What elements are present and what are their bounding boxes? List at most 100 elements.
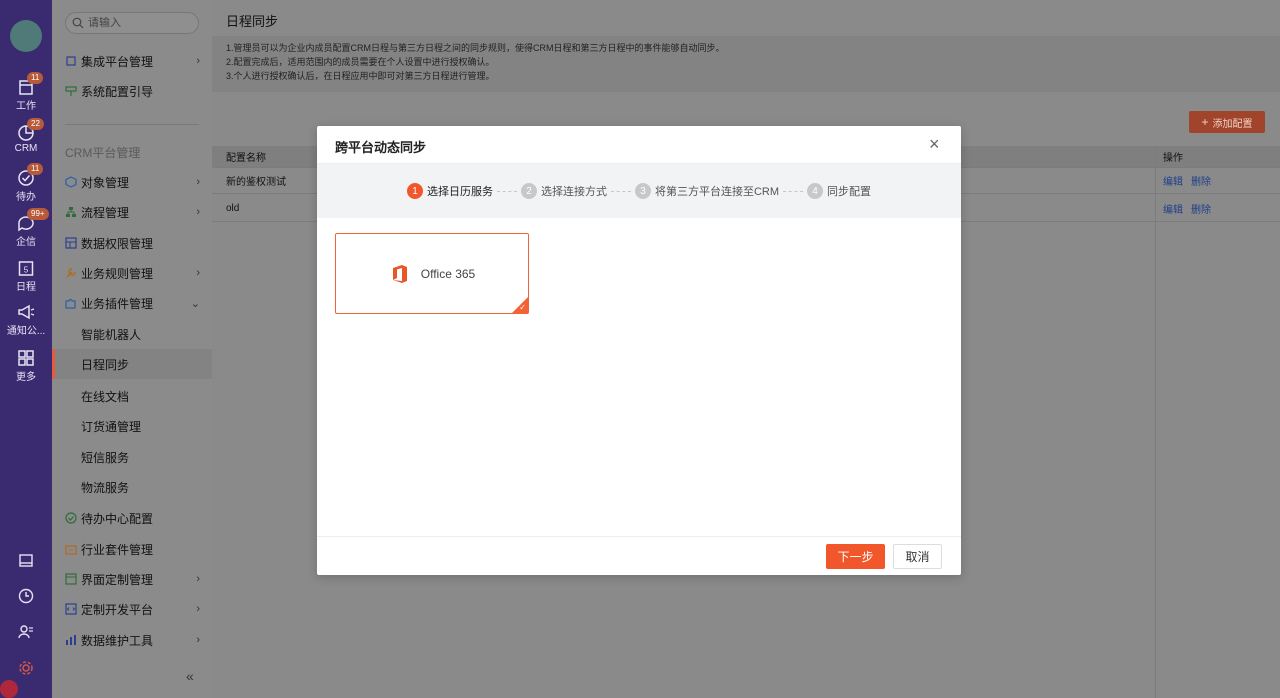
- office365-option[interactable]: Office 365 ✓: [335, 233, 529, 314]
- suitcase-icon: [65, 545, 77, 555]
- rail-inbox[interactable]: [0, 553, 52, 572]
- grid-icon: [18, 350, 34, 366]
- search-box[interactable]: [65, 12, 199, 34]
- sidebar-item-label: 系统配置引导: [81, 84, 154, 99]
- search-icon: [72, 17, 84, 29]
- step-separator: [496, 190, 517, 192]
- badge: 99+: [27, 208, 49, 220]
- rail-label: 日程: [16, 282, 36, 293]
- step-number: 1: [406, 183, 423, 199]
- avatar[interactable]: [10, 20, 42, 52]
- office-logo-icon: [392, 264, 407, 283]
- chevron-right-icon: ›: [196, 206, 200, 218]
- rail-item-schedule[interactable]: 5 日程: [0, 259, 52, 293]
- search-input[interactable]: [88, 17, 188, 29]
- flow-icon: [66, 207, 76, 217]
- step-4: 4 同步配置: [807, 183, 871, 199]
- chevron-right-icon: ›: [196, 267, 200, 279]
- rail-label: 工作: [16, 101, 36, 112]
- sidebar-item-data-tools[interactable]: 数据维护工具 ›: [52, 625, 212, 655]
- sidebar-item-integration[interactable]: 集成平台管理 ›: [52, 46, 212, 76]
- rail-item-more[interactable]: 更多: [0, 349, 52, 383]
- sidebar-item-label: 待办中心配置: [81, 511, 154, 526]
- add-config-button[interactable]: + 添加配置: [1189, 111, 1265, 133]
- sidebar-item-label: 集成平台管理: [81, 54, 154, 69]
- edit-link[interactable]: 编辑: [1163, 177, 1183, 188]
- divider: [65, 124, 199, 125]
- sync-modal: 跨平台动态同步 × 1 选择日历服务 2 选择连接方式 3 将第三方平台连接至C…: [317, 126, 961, 575]
- sidebar-subitem-sms[interactable]: 短信服务: [52, 442, 212, 472]
- rail-item-todo[interactable]: 11 待办: [0, 163, 52, 203]
- rail-item-message[interactable]: 99+ 企信: [0, 208, 52, 248]
- cancel-button[interactable]: 取消: [893, 544, 942, 569]
- notice-line: 1.管理员可以为企业内成员配置CRM日程与第三方日程之间的同步规则，使得CRM日…: [226, 43, 725, 53]
- sidebar-item-industry-suite[interactable]: 行业套件管理: [52, 534, 212, 564]
- step-3: 3 将第三方平台连接至CRM: [634, 183, 780, 199]
- delete-link[interactable]: 删除: [1191, 205, 1211, 216]
- sidebar-item-business-plugins[interactable]: 业务插件管理 ⌄: [52, 288, 212, 318]
- rail-item-notice[interactable]: 通知公...: [0, 303, 52, 337]
- chevron-right-icon: ›: [196, 55, 200, 67]
- notice-line: 3.个人进行授权确认后，在日程应用中即可对第三方日程进行管理。: [226, 71, 495, 81]
- delete-link[interactable]: 删除: [1191, 177, 1211, 188]
- chevron-right-icon: ›: [196, 573, 200, 585]
- sidebar-item-label: 数据权限管理: [81, 236, 154, 251]
- bar-chart-icon: [66, 635, 76, 645]
- sidebar-item-label: 业务插件管理: [81, 296, 154, 311]
- rail-contacts[interactable]: [0, 624, 52, 643]
- rail-history[interactable]: [0, 588, 52, 607]
- next-button[interactable]: 下一步: [826, 544, 885, 569]
- sidebar-item-label: 短信服务: [81, 450, 130, 465]
- clock-icon: [18, 588, 34, 604]
- sidebar-item-label: 流程管理: [81, 205, 130, 220]
- sidebar-item-data-permission[interactable]: 数据权限管理: [52, 228, 212, 258]
- chevron-right-icon: ›: [196, 176, 200, 188]
- sidebar-item-ui-custom[interactable]: 界面定制管理 ›: [52, 564, 212, 594]
- sidebar-item-dev-platform[interactable]: 定制开发平台 ›: [52, 594, 212, 624]
- step-separator: [783, 190, 804, 192]
- sidebar-subitem-logistics[interactable]: 物流服务: [52, 472, 212, 502]
- sidebar-subitem-robot[interactable]: 智能机器人: [52, 319, 212, 349]
- modal-footer: 下一步 取消: [317, 536, 961, 575]
- edit-link[interactable]: 编辑: [1163, 205, 1183, 216]
- plus-icon: +: [1201, 115, 1209, 129]
- sidebar-item-label: 数据维护工具: [81, 633, 154, 648]
- modal-title: 跨平台动态同步: [335, 140, 427, 155]
- rail-settings[interactable]: [0, 650, 52, 698]
- sidebar-subitem-schedule-sync[interactable]: 日程同步: [52, 349, 212, 379]
- calendar-day: 5: [24, 266, 29, 275]
- gear-icon: [19, 661, 33, 675]
- close-icon[interactable]: ×: [929, 134, 940, 155]
- sidebar-item-label: 行业套件管理: [81, 542, 154, 557]
- sidebar-item-label: 日程同步: [81, 357, 130, 372]
- sidebar: 集成平台管理 › 系统配置引导 CRM平台管理 对象管理 › 流程管理 › 数据…: [52, 0, 260, 698]
- sidebar-item-config-guide[interactable]: 系统配置引导: [52, 76, 212, 106]
- rail-label: 待办: [16, 192, 36, 203]
- step-label: 将第三方平台连接至CRM: [654, 186, 780, 198]
- status-dot: [0, 680, 18, 698]
- check-circle-icon: [65, 512, 77, 524]
- cube-icon: [65, 176, 77, 188]
- checkmark-icon: ✓: [519, 303, 526, 312]
- sidebar-item-process[interactable]: 流程管理 ›: [52, 197, 212, 227]
- user-list-icon: [18, 625, 33, 639]
- sidebar-item-label: 在线文档: [81, 389, 130, 404]
- step-label: 选择日历服务: [426, 186, 493, 198]
- rail-label: CRM: [14, 143, 38, 154]
- rail-item-work[interactable]: 11 工作: [0, 72, 52, 112]
- wrench-icon: [66, 268, 76, 278]
- sidebar-item-business-rules[interactable]: 业务规则管理 ›: [52, 258, 212, 288]
- app-rail: 11 工作 22 CRM 11 待办 99+ 企信 5 日程 通知公... 更多: [0, 0, 52, 698]
- rail-item-crm[interactable]: 22 CRM: [0, 118, 52, 154]
- sidebar-subitem-online-docs[interactable]: 在线文档: [52, 381, 212, 411]
- sidebar-item-todo-center[interactable]: 待办中心配置: [52, 503, 212, 533]
- chevron-right-icon: ›: [196, 634, 200, 646]
- rail-label: 更多: [16, 372, 36, 383]
- collapse-sidebar-button[interactable]: «: [186, 668, 194, 684]
- megaphone-icon: [18, 304, 35, 320]
- chevron-right-icon: ›: [196, 603, 200, 615]
- sidebar-subitem-ordering[interactable]: 订货通管理: [52, 411, 212, 441]
- sidebar-item-objects[interactable]: 对象管理 ›: [52, 167, 212, 197]
- config-name: 新的鉴权测试: [226, 177, 286, 188]
- badge: 22: [27, 118, 44, 130]
